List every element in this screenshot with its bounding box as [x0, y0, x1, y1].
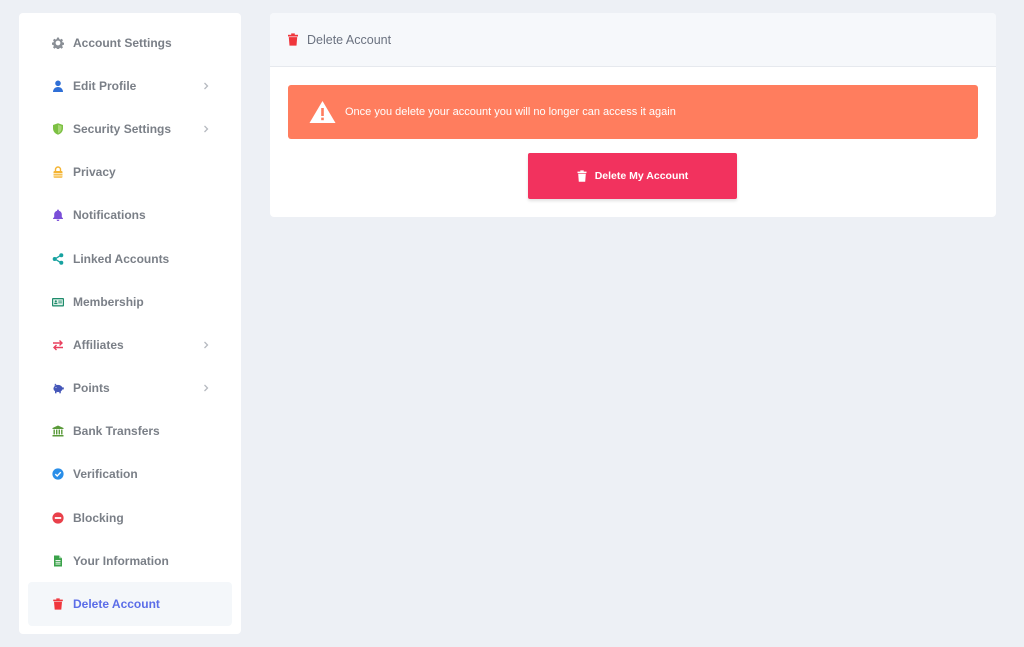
sidebar-item-label: Edit Profile [73, 78, 137, 93]
bank-icon [52, 425, 64, 437]
alert-message: Once you delete your account you will no… [345, 106, 676, 118]
check-circle-icon [52, 468, 64, 481]
sidebar-item-blocking[interactable]: Blocking [28, 496, 232, 539]
bell-icon [52, 209, 64, 222]
shield-icon [52, 123, 64, 135]
sidebar-item-label: Delete Account [73, 597, 160, 612]
sidebar-item-label: Bank Transfers [73, 424, 160, 439]
chevron-right-icon [202, 341, 210, 349]
trash-icon [287, 33, 299, 46]
sidebar-item-label: Affiliates [73, 337, 124, 352]
sidebar-item-affiliates[interactable]: Affiliates [28, 323, 232, 366]
chevron-right-icon [202, 125, 210, 133]
gear-icon [52, 37, 64, 49]
panel-title: Delete Account [307, 32, 392, 47]
lock-icon [52, 166, 64, 178]
sidebar-item-security-settings[interactable]: Security Settings [28, 107, 232, 150]
trash-icon [52, 598, 64, 610]
user-icon [52, 80, 64, 92]
sidebar-item-delete-account[interactable]: Delete Account [28, 582, 232, 626]
sidebar-item-label: Blocking [73, 510, 124, 525]
sidebar-item-label: Account Settings [73, 35, 172, 50]
panel-header: Delete Account [270, 13, 996, 67]
warning-alert: Once you delete your account you will no… [288, 85, 978, 139]
sidebar-item-label: Verification [73, 467, 138, 482]
minus-circle-icon [52, 512, 64, 524]
trash-icon [577, 170, 587, 182]
share-icon [52, 252, 64, 265]
sidebar-item-label: Security Settings [73, 121, 172, 136]
sidebar-item-membership[interactable]: Membership [28, 280, 232, 323]
sidebar-item-verification[interactable]: Verification [28, 453, 232, 496]
document-icon [52, 555, 64, 567]
warning-icon [309, 100, 336, 124]
sidebar-item-notifications[interactable]: Notifications [28, 194, 232, 237]
sidebar-item-label: Membership [73, 294, 144, 309]
delete-button-label: Delete My Account [594, 170, 689, 182]
chevron-right-icon [202, 384, 210, 392]
sidebar-item-linked-accounts[interactable]: Linked Accounts [28, 237, 232, 280]
sidebar-item-label: Linked Accounts [73, 251, 170, 266]
sidebar-item-label: Privacy [73, 165, 116, 180]
chevron-right-icon [202, 82, 210, 90]
sidebar-item-bank-transfers[interactable]: Bank Transfers [28, 410, 232, 453]
sidebar-item-points[interactable]: Points [28, 367, 232, 410]
sidebar-item-privacy[interactable]: Privacy [28, 151, 232, 194]
sidebar-item-label: Points [73, 381, 110, 396]
delete-my-account-button[interactable]: Delete My Account [528, 153, 737, 199]
piggy-bank-icon [52, 382, 64, 394]
sidebar-item-label: Your Information [73, 553, 169, 568]
id-card-icon [52, 296, 64, 308]
exchange-icon [52, 339, 64, 351]
sidebar-item-edit-profile[interactable]: Edit Profile [28, 64, 232, 107]
sidebar-item-account-settings[interactable]: Account Settings [28, 21, 232, 64]
sidebar-item-your-information[interactable]: Your Information [28, 539, 232, 582]
sidebar-item-label: Notifications [73, 208, 146, 223]
settings-sidebar: Account Settings Edit Profile Security S… [19, 13, 241, 634]
delete-account-panel: Delete Account Once you delete your acco… [270, 13, 996, 217]
